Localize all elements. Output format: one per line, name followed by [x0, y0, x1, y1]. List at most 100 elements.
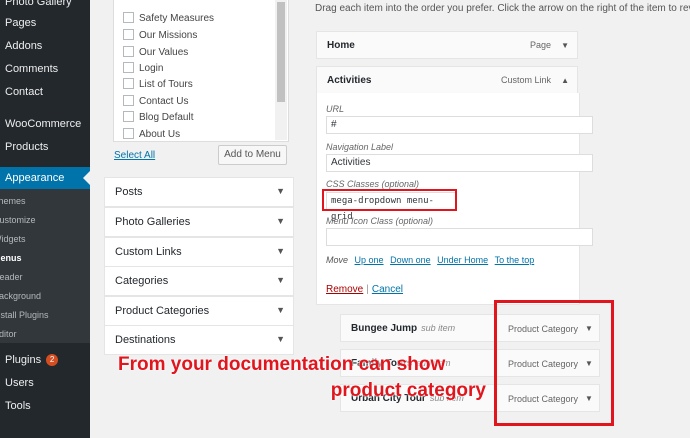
- sidebar-item-label: Tools: [5, 400, 31, 412]
- navigation-label-input[interactable]: Activities: [326, 154, 593, 172]
- page-checkbox-row[interactable]: Our Missions: [123, 28, 197, 44]
- move-to-top-link[interactable]: To the top: [495, 255, 535, 265]
- submenu-item-label: Menus: [0, 253, 22, 263]
- annotation-line: From your documentation can show: [118, 354, 446, 375]
- sidebar-item-label: Addons: [5, 40, 43, 52]
- select-all-link[interactable]: Select All: [114, 150, 155, 161]
- menu-item-title: Home: [327, 40, 355, 51]
- url-input[interactable]: #: [326, 116, 593, 134]
- caret-down-icon: ▼: [276, 275, 285, 285]
- submenu-item-customize[interactable]: Customize: [0, 211, 90, 229]
- product-category-highlight-box: [494, 300, 614, 426]
- admin-sidebar: Photo Gallery Pages Addons Comments Cont…: [0, 0, 90, 438]
- submenu-item-header[interactable]: Header: [0, 268, 90, 286]
- caret-down-icon: ▼: [276, 186, 285, 196]
- sidebar-item-label: Users: [5, 377, 34, 389]
- page-label: Safety Measures: [139, 13, 215, 24]
- page-checkbox-row[interactable]: Blog Default: [123, 110, 193, 126]
- caret-down-icon: ▼: [276, 305, 285, 315]
- accordion-title: Destinations: [115, 334, 176, 346]
- sidebar-item-label: Comments: [5, 63, 59, 75]
- submenu-item-label: Install Plugins: [0, 310, 49, 320]
- checkbox[interactable]: [123, 95, 134, 106]
- caret-up-icon[interactable]: ▲: [561, 76, 569, 85]
- page-label: About Us: [139, 129, 181, 140]
- accordion-title: Posts: [115, 186, 143, 198]
- submenu-item-editor[interactable]: Editor: [0, 325, 90, 343]
- sub-item-name: Bungee Jump: [351, 323, 418, 334]
- move-under-home-link[interactable]: Under Home: [437, 255, 488, 265]
- accordion-product-categories[interactable]: Product Categories ▼: [104, 296, 294, 326]
- page-checkbox-row[interactable]: Login: [123, 61, 163, 77]
- caret-down-icon: ▼: [276, 246, 285, 256]
- page-checkbox-row[interactable]: Our Values: [123, 45, 188, 61]
- sidebar-item-contact[interactable]: Contact: [0, 82, 90, 102]
- accordion-title: Custom Links: [115, 246, 182, 258]
- checkbox[interactable]: [123, 46, 134, 57]
- sidebar-item-pages[interactable]: Pages: [0, 13, 90, 33]
- page-checkbox-row[interactable]: About Us: [123, 127, 180, 142]
- sidebar-item-woocommerce[interactable]: WooCommerce: [0, 114, 90, 134]
- move-down-one-link[interactable]: Down one: [390, 255, 431, 265]
- accordion-photo-galleries[interactable]: Photo Galleries ▼: [104, 207, 294, 237]
- checkbox[interactable]: [123, 78, 134, 89]
- submenu-item-label: Themes: [0, 196, 26, 206]
- checkbox[interactable]: [123, 12, 134, 23]
- menu-icon-class-input[interactable]: [326, 228, 593, 246]
- sidebar-item-label: WooCommerce: [5, 118, 82, 130]
- checkbox[interactable]: [123, 128, 134, 139]
- page-label: Our Values: [139, 47, 189, 58]
- submenu-item-install-plugins[interactable]: Install Plugins: [0, 306, 90, 324]
- sub-item-tag: sub item: [421, 323, 456, 333]
- sidebar-item-users[interactable]: Users: [0, 373, 90, 393]
- menu-item-title: Bungee Jump sub item: [351, 323, 455, 334]
- sidebar-item-tools[interactable]: Tools: [0, 396, 90, 416]
- sidebar-item-addons[interactable]: Addons: [0, 36, 90, 56]
- sidebar-item-label: Pages: [5, 17, 37, 29]
- checkbox[interactable]: [123, 29, 134, 40]
- pages-checklist: Safety Measures Our Missions Our Values …: [114, 0, 274, 142]
- submenu-item-background[interactable]: Background: [0, 287, 90, 305]
- css-classes-highlight-box: [322, 189, 457, 211]
- accordion-destinations[interactable]: Destinations ▼: [104, 325, 294, 355]
- remove-link[interactable]: Remove: [326, 284, 363, 295]
- menu-icon-class-label: Menu Icon Class (optional): [326, 216, 434, 226]
- move-links: Move Up one Down one Under Home To the t…: [326, 255, 534, 265]
- move-label: Move: [326, 255, 349, 265]
- move-up-one-link[interactable]: Up one: [355, 255, 384, 265]
- accordion-posts[interactable]: Posts ▼: [104, 177, 294, 207]
- sidebar-item-photo-gallery[interactable]: Photo Gallery: [0, 0, 90, 12]
- sidebar-item-products[interactable]: Products: [0, 137, 90, 157]
- menu-item-title: Activities: [327, 75, 372, 86]
- submenu-item-themes[interactable]: Themes: [0, 192, 90, 210]
- update-count-badge: 2: [46, 354, 59, 366]
- add-to-menu-button[interactable]: Add to Menu: [218, 145, 287, 165]
- submenu-item-menus[interactable]: Menus: [0, 249, 90, 267]
- menu-item-home[interactable]: Home Page ▼: [316, 31, 578, 59]
- caret-down-icon: ▼: [276, 216, 285, 226]
- page-checkbox-row[interactable]: List of Tours: [123, 77, 193, 93]
- sidebar-item-comments[interactable]: Comments: [0, 59, 90, 79]
- checklist-scrollbar[interactable]: [275, 0, 287, 140]
- submenu-item-label: Customize: [0, 215, 36, 225]
- remove-cancel-links: Remove | Cancel: [326, 284, 403, 295]
- sidebar-item-plugins[interactable]: Plugins 2: [0, 350, 90, 370]
- appearance-submenu: Themes Customize Widgets Menus Header Ba…: [0, 189, 90, 343]
- sidebar-item-appearance[interactable]: Appearance: [0, 167, 90, 189]
- accordion-title: Product Categories: [115, 305, 210, 317]
- page-checkbox-row[interactable]: Contact Us: [123, 94, 188, 110]
- page-checkbox-row[interactable]: Safety Measures: [123, 11, 214, 27]
- accordion-categories[interactable]: Categories ▼: [104, 266, 294, 296]
- current-menu-arrow-icon: [83, 171, 90, 185]
- checkbox[interactable]: [123, 111, 134, 122]
- submenu-item-widgets[interactable]: Widgets: [0, 230, 90, 248]
- accordion-custom-links[interactable]: Custom Links ▼: [104, 237, 294, 267]
- page-label: Blog Default: [139, 112, 194, 123]
- cancel-link[interactable]: Cancel: [372, 284, 403, 295]
- menu-item-type: Custom Link: [500, 75, 551, 85]
- caret-down-icon[interactable]: ▼: [561, 41, 569, 50]
- menu-item-activities[interactable]: Activities Custom Link ▲: [316, 66, 578, 94]
- scrollbar-thumb[interactable]: [277, 2, 285, 102]
- checkbox[interactable]: [123, 62, 134, 73]
- submenu-item-label: Background: [0, 291, 42, 301]
